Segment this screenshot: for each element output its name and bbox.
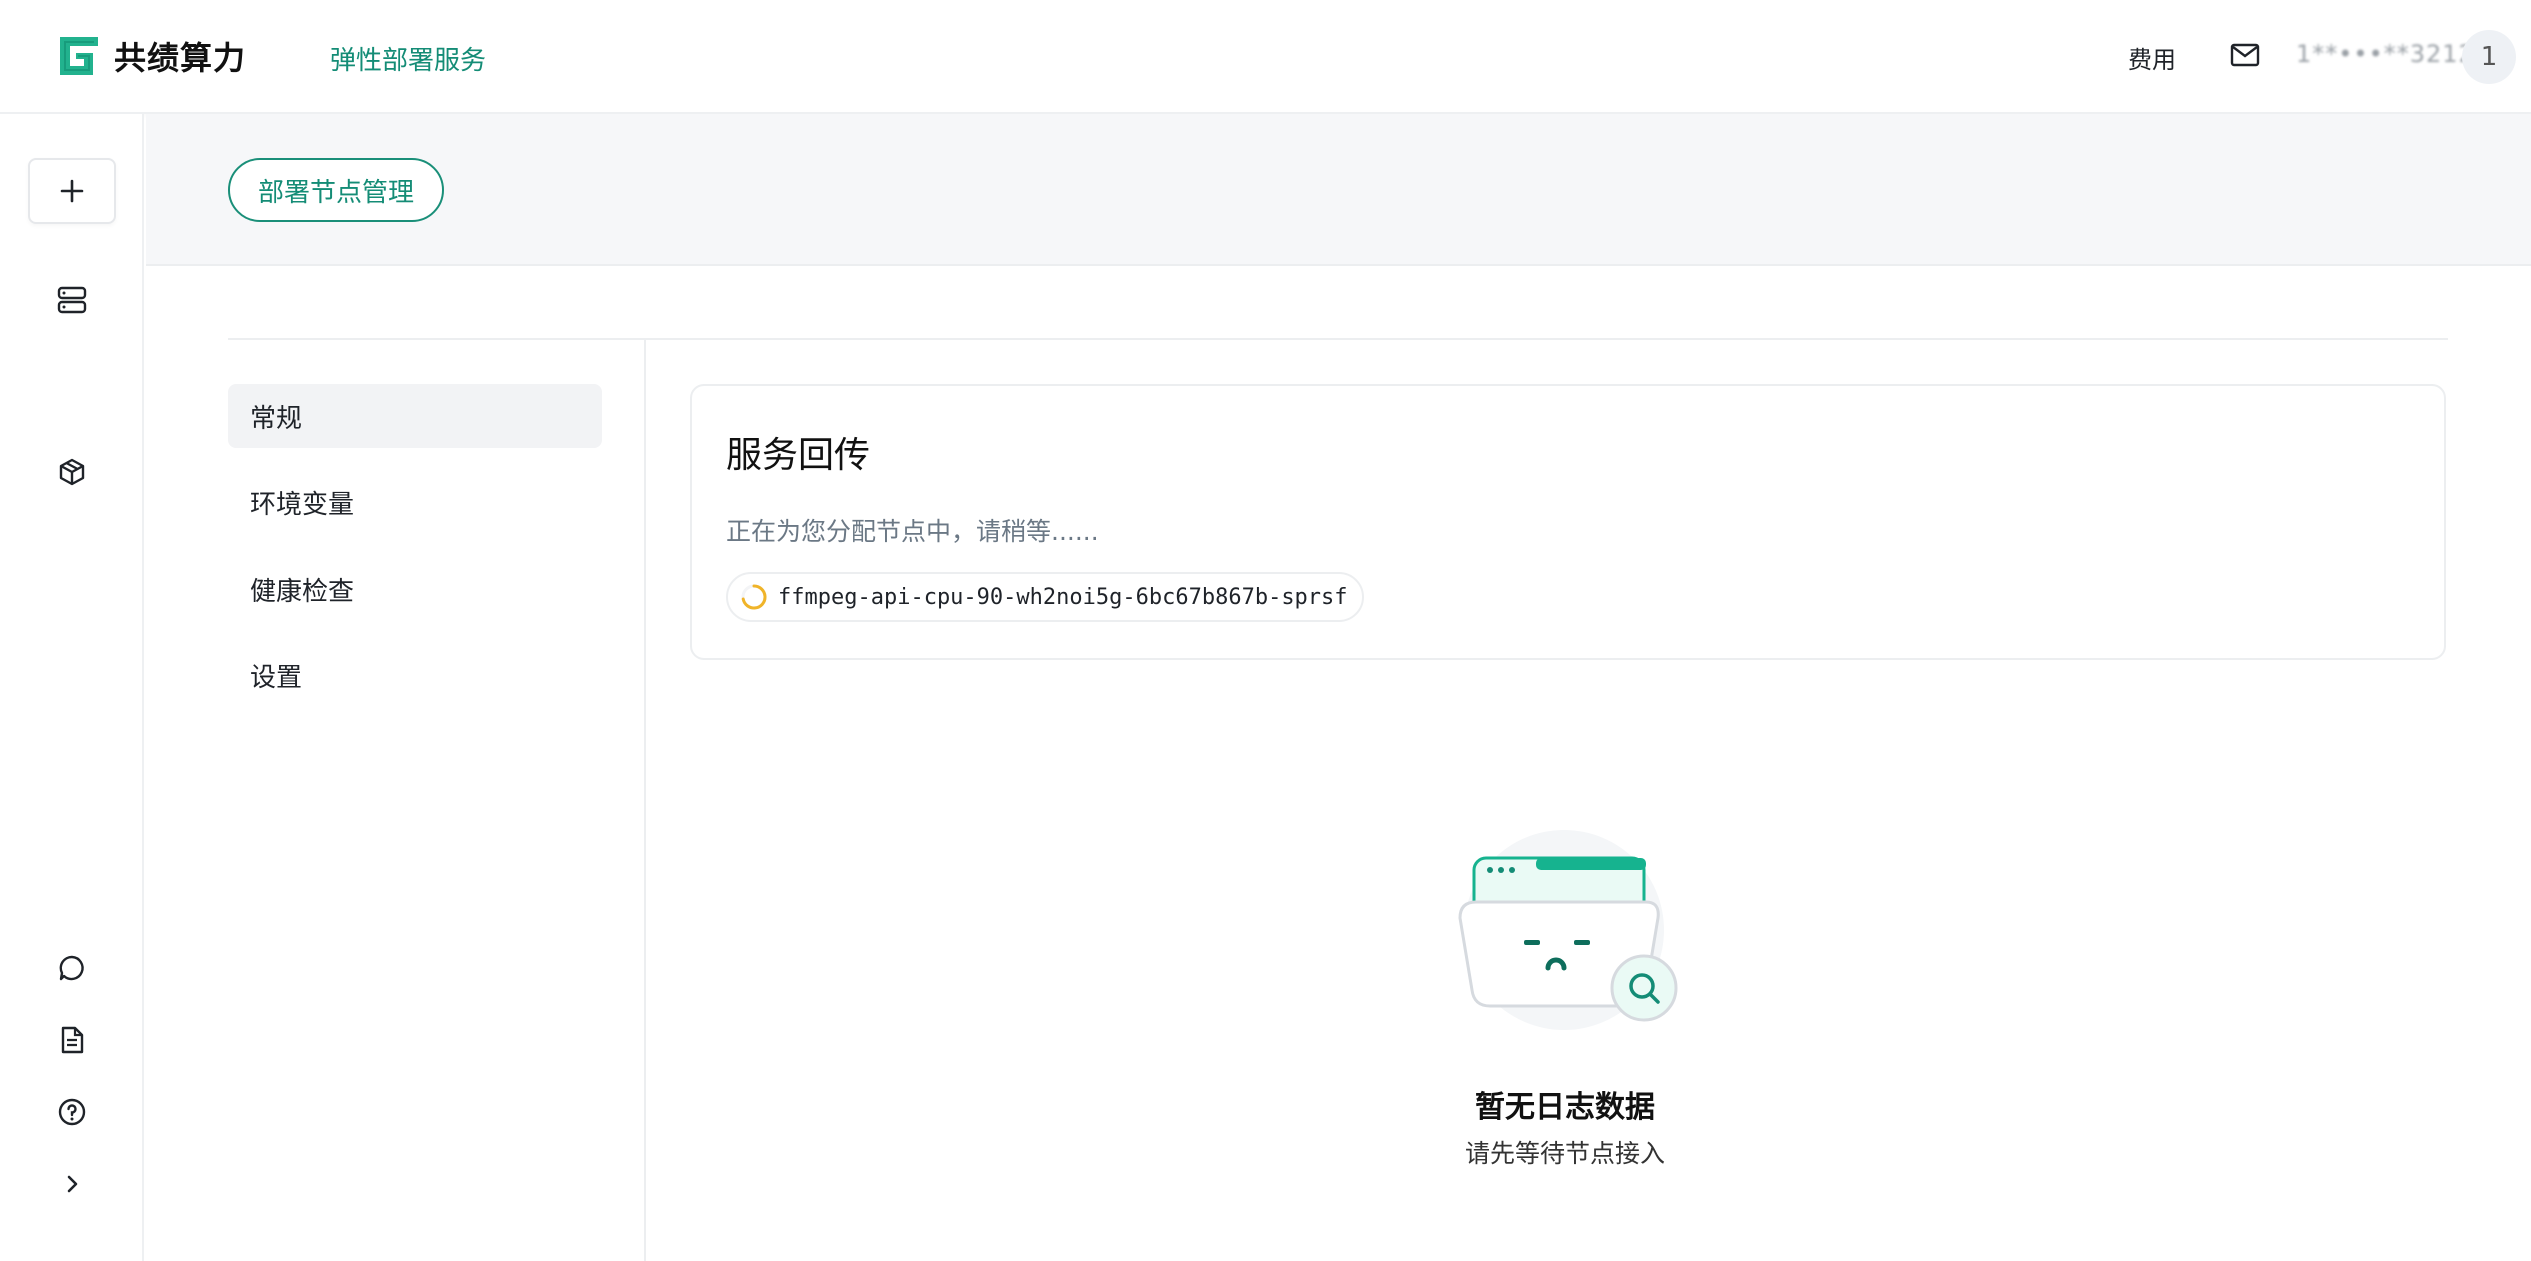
submenu-item-env-vars[interactable]: 环境变量: [228, 470, 602, 534]
brand-name: 共绩算力: [114, 39, 247, 77]
rail-item-deployments[interactable]: [54, 282, 90, 318]
help-icon: [58, 1098, 86, 1126]
document-icon: [61, 1026, 84, 1054]
card-title: 服务回传: [726, 435, 871, 476]
service-callback-card: 服务回传 正在为您分配节点中，请稍等...... ffmpeg-api-cpu-…: [690, 384, 2446, 660]
left-icon-rail: [0, 114, 144, 1261]
fee-link[interactable]: 费用: [2128, 40, 2176, 75]
chevron-right-icon: [67, 1175, 78, 1193]
loading-spinner-icon: [741, 584, 767, 610]
package-icon: [59, 458, 85, 486]
top-navigation-bar: 共绩算力 弹性部署服务 费用 1**•••**3212 1: [0, 0, 2531, 114]
submenu-item-health-check[interactable]: 健康检查: [228, 557, 602, 621]
mail-icon[interactable]: [2230, 42, 2260, 68]
rail-item-feedback[interactable]: [54, 950, 90, 986]
rail-item-docs[interactable]: [54, 1022, 90, 1058]
brand-logo[interactable]: 共绩算力: [56, 33, 246, 79]
pod-tag[interactable]: ffmpeg-api-cpu-90-wh2noi5g-6bc67b867b-sp…: [726, 572, 1364, 622]
settings-submenu: 常规 环境变量 健康检查 设置: [228, 340, 646, 1261]
rail-item-help[interactable]: [54, 1094, 90, 1130]
service-nav-link[interactable]: 弹性部署服务: [330, 40, 486, 77]
submenu-item-settings[interactable]: 设置: [228, 643, 602, 707]
user-id[interactable]: 1**•••**3212: [2296, 40, 2475, 68]
rail-item-images[interactable]: [54, 454, 90, 490]
page-subheader: 部署节点管理: [146, 114, 2531, 266]
server-icon: [57, 286, 87, 314]
brand-logo-icon: [60, 37, 98, 75]
rail-expand-button[interactable]: [54, 1166, 90, 1202]
empty-state-subtitle: 请先等待节点接入: [1464, 1139, 1665, 1168]
node-manage-button[interactable]: 部署节点管理: [228, 158, 445, 222]
chat-icon: [59, 955, 84, 981]
submenu-item-general[interactable]: 常规: [228, 384, 602, 448]
pod-name: ffmpeg-api-cpu-90-wh2noi5g-6bc67b867b-sp…: [778, 584, 1348, 610]
create-button[interactable]: [28, 158, 116, 224]
avatar[interactable]: 1: [2462, 30, 2516, 84]
empty-state-title: 暂无日志数据: [1475, 1090, 1655, 1125]
empty-folder-illustration: [1458, 830, 1678, 1030]
allocation-status-text: 正在为您分配节点中，请稍等......: [726, 517, 1099, 546]
plus-icon: [60, 179, 84, 203]
